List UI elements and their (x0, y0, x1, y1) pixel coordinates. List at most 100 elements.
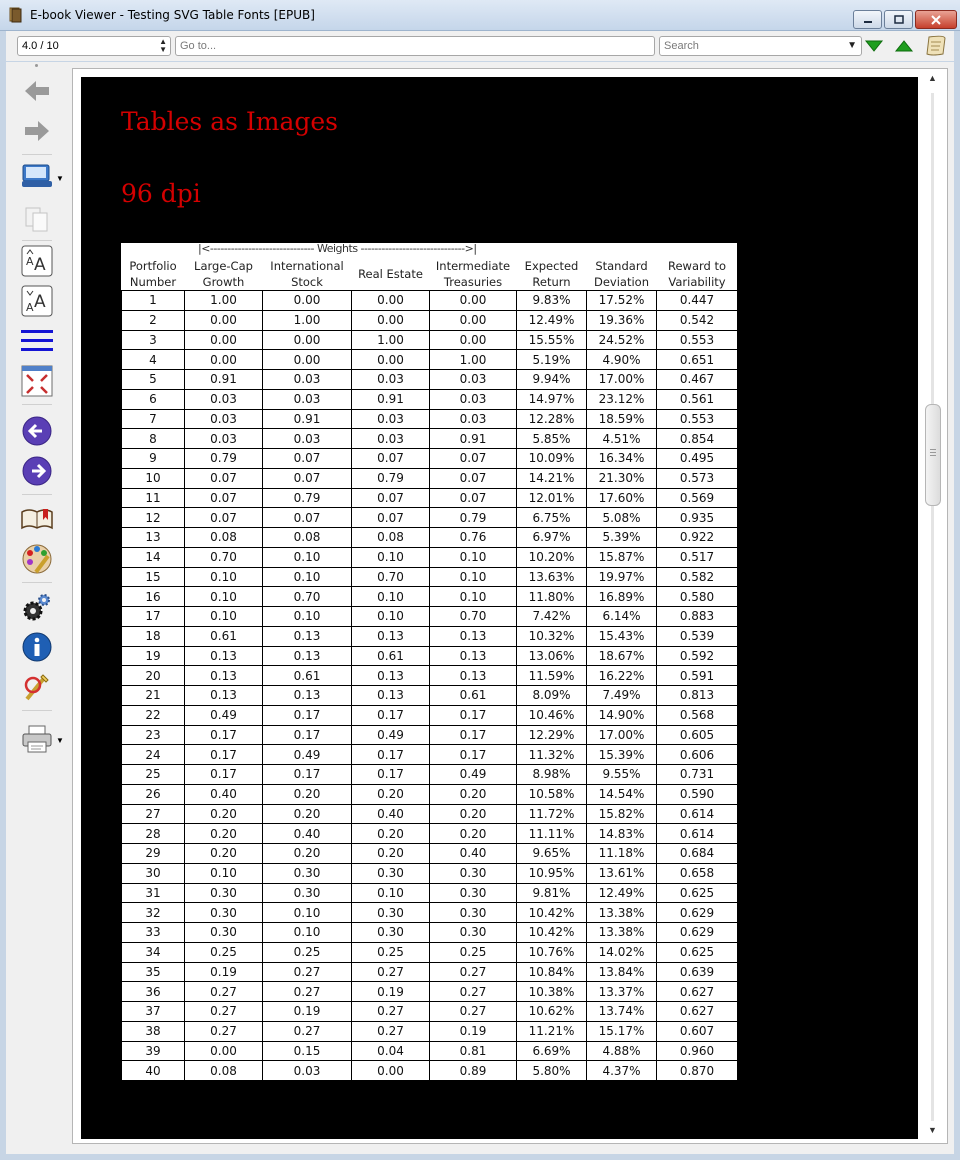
heading-tables-as-images: Tables as Images (121, 107, 339, 136)
table-cell: 0.27 (429, 1001, 517, 1022)
table-of-contents-button[interactable] (20, 324, 54, 358)
table-cell: 5.19% (516, 349, 587, 370)
table-cell: 0.00 (351, 1060, 430, 1081)
chevron-down-icon[interactable]: ▼ (847, 37, 857, 55)
table-cell: 0.27 (262, 981, 352, 1002)
table-cell: 29 (121, 843, 185, 864)
table-cell: 4.37% (586, 1060, 657, 1081)
book-info-button[interactable] (20, 630, 54, 664)
table-cell: 17.00% (586, 369, 657, 390)
find-previous-icon[interactable] (894, 37, 914, 55)
spin-arrows-icon[interactable]: ▲ ▼ (159, 38, 167, 54)
table-cell: 0.542 (656, 309, 738, 331)
column-header: Portfolio Number (122, 243, 185, 291)
table-row: 16 0.10 0.70 0.10 0.10 11.80% 16.89% 0.580 (121, 586, 738, 607)
reference-mode-icon[interactable] (924, 34, 948, 58)
table-cell: 13 (121, 527, 185, 548)
table-cell: 0.883 (656, 606, 738, 627)
separator (22, 582, 52, 583)
table-cell: 8 (121, 428, 185, 449)
open-library-button[interactable] (20, 160, 54, 194)
find-next-icon[interactable] (864, 37, 884, 55)
chevron-down-icon[interactable]: ▼ (56, 174, 64, 183)
table-cell: 0.07 (351, 448, 430, 469)
goto-input[interactable]: Go to... (175, 36, 655, 56)
main-area: ▼ AA AA ▼ Tables as Images 96 dpi |<----… (6, 62, 954, 1154)
next-page-button[interactable] (20, 454, 54, 488)
table-cell: 19.36% (586, 309, 657, 331)
table-cell: 15.39% (586, 744, 657, 765)
table-cell: 0.20 (262, 843, 352, 864)
table-cell: 38 (121, 1020, 185, 1042)
column-header: Expected Return (517, 243, 587, 291)
table-cell: 0.07 (262, 507, 352, 528)
table-cell: 30 (121, 862, 185, 884)
column-header-line: Stock (291, 275, 323, 289)
scroll-thumb[interactable] (925, 404, 941, 506)
table-cell: 13.06% (516, 645, 587, 667)
table-cell: 11.21% (516, 1020, 587, 1042)
table-cell: 5.08% (586, 507, 657, 528)
table-cell: 0.17 (184, 764, 263, 785)
maximize-button[interactable] (884, 10, 913, 29)
column-header: Standard Deviation (587, 243, 657, 291)
theme-button[interactable] (20, 542, 54, 576)
inspector-button[interactable] (20, 670, 54, 704)
table-cell: 12 (121, 507, 185, 528)
table-cell: 14 (121, 546, 185, 568)
scroll-down-icon[interactable]: ▼ (928, 1125, 937, 1135)
position-spinbox[interactable]: 4.0 / 10 ▲ ▼ (17, 36, 171, 56)
table-cell: 2 (121, 309, 185, 331)
svg-text:A: A (26, 255, 34, 268)
table-cell: 0.625 (656, 882, 738, 904)
close-button[interactable] (915, 10, 957, 29)
scroll-up-icon[interactable]: ▲ (928, 73, 937, 83)
table-cell: 15.43% (586, 625, 657, 647)
font-smaller-button[interactable]: AA (20, 284, 54, 318)
preferences-button[interactable] (20, 590, 54, 624)
vertical-scrollbar[interactable]: ▲ ▼ (922, 73, 944, 1139)
table-cell: 0.590 (656, 783, 738, 805)
table-cell: 0.627 (656, 1001, 738, 1022)
table-cell: 0.27 (351, 1001, 430, 1022)
table-cell: 0.03 (429, 369, 517, 390)
font-larger-button[interactable]: AA (20, 244, 54, 278)
maximize-icon (893, 15, 904, 24)
table-row: 33 0.30 0.10 0.30 0.30 10.42% 13.38% 0.629 (121, 922, 738, 943)
table-cell: 19.97% (586, 566, 657, 588)
table-cell: 10.09% (516, 448, 587, 469)
table-cell: 6.69% (516, 1040, 587, 1062)
table-cell: 0.10 (351, 586, 430, 607)
table-cell: 0.20 (429, 823, 517, 844)
table-cell: 0.49 (184, 704, 263, 726)
table-cell: 6.14% (586, 606, 657, 627)
table-cell: 1.00 (184, 290, 263, 311)
table-cell: 0.30 (262, 882, 352, 904)
previous-page-button[interactable] (20, 414, 54, 448)
table-cell: 5 (121, 369, 185, 390)
search-combobox[interactable]: Search ▼ (659, 36, 862, 56)
table-cell: 0.935 (656, 507, 738, 528)
chevron-down-icon[interactable]: ▼ (56, 736, 64, 745)
table-cell: 0.07 (429, 467, 517, 489)
copy-button[interactable] (20, 202, 54, 236)
print-button[interactable] (20, 722, 54, 756)
table-cell: 0.30 (351, 862, 430, 884)
table-cell: 0.10 (184, 606, 263, 627)
table-cell: 14.97% (516, 388, 587, 410)
table-cell: 0.30 (429, 902, 517, 923)
table-row: 11 0.07 0.79 0.07 0.07 12.01% 17.60% 0.569 (121, 487, 738, 509)
minimize-button[interactable] (853, 10, 882, 29)
bookmarks-button[interactable] (20, 502, 54, 536)
forward-button[interactable] (20, 114, 54, 148)
back-button[interactable] (20, 74, 54, 108)
table-cell: 0.10 (351, 606, 430, 627)
table-cell: 0.10 (262, 606, 352, 627)
column-header-line: Large-Cap (194, 259, 253, 273)
table-cell: 13.74% (586, 1001, 657, 1022)
table-cell: 0.592 (656, 645, 738, 667)
table-cell: 0.30 (184, 882, 263, 904)
fullscreen-button[interactable] (20, 364, 54, 398)
scroll-track[interactable] (931, 93, 934, 1121)
table-cell: 0.91 (184, 369, 263, 390)
